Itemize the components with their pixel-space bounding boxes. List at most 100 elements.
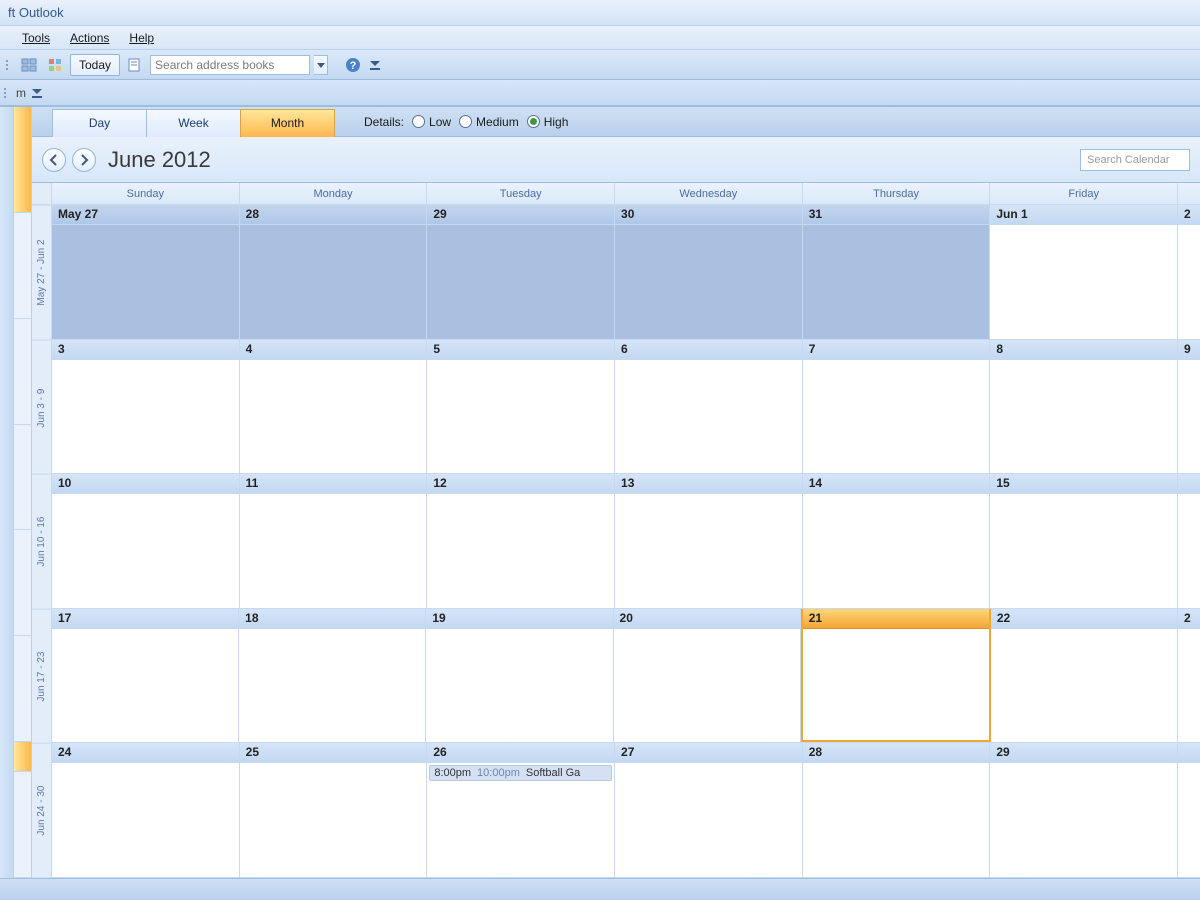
app-title: ft Outlook	[8, 5, 64, 20]
nav-strip-item[interactable]	[14, 319, 31, 425]
nav-strip-item[interactable]	[14, 636, 31, 742]
view-week-button[interactable]: Week	[146, 109, 241, 137]
day-cell[interactable]: 21	[801, 609, 991, 743]
day-cell[interactable]: 28	[803, 743, 991, 877]
day-cell[interactable]: 6	[615, 340, 803, 474]
day-cell[interactable]: 18	[239, 609, 426, 743]
day-cell[interactable]: 20	[614, 609, 801, 743]
week-row: 101112131415	[52, 474, 1200, 609]
day-cell[interactable]: 11	[240, 474, 428, 608]
calendar: May 27 - Jun 2 Jun 3 - 9 Jun 10 - 16 Jun…	[32, 183, 1200, 878]
event-title: Softball Ga	[526, 767, 580, 779]
nav-strip-item[interactable]	[14, 530, 31, 636]
toolbar2-overflow[interactable]	[30, 83, 44, 103]
nav-strip-item[interactable]	[14, 425, 31, 531]
week-row: 3456789	[52, 340, 1200, 475]
day-number: May 27	[52, 205, 239, 225]
toolbar-overflow[interactable]	[368, 55, 382, 75]
day-cell[interactable]: 22	[991, 609, 1178, 743]
week-label[interactable]: Jun 3 - 9	[32, 340, 51, 475]
menu-tools[interactable]: Tools	[14, 29, 58, 47]
view-day-button[interactable]: Day	[52, 109, 147, 137]
day-number: 31	[803, 205, 990, 225]
day-number: 20	[614, 609, 800, 629]
day-number: 18	[239, 609, 425, 629]
search-address-books-dropdown[interactable]	[314, 55, 328, 75]
details-low-radio[interactable]: Low	[412, 115, 451, 129]
day-cell[interactable]	[1178, 743, 1200, 877]
day-cell[interactable]: 15	[990, 474, 1178, 608]
search-calendar-input[interactable]: Search Calendar	[1080, 149, 1190, 171]
week-label[interactable]: May 27 - Jun 2	[32, 205, 51, 340]
day-cell[interactable]	[1178, 474, 1200, 608]
event-start-time: 8:00pm	[434, 767, 471, 779]
toolbar-grip[interactable]	[6, 54, 12, 76]
help-icon[interactable]: ?	[342, 54, 364, 76]
view-icon[interactable]	[18, 54, 40, 76]
nav-strip-item[interactable]	[14, 772, 31, 878]
day-number: 24	[52, 743, 239, 763]
day-cell[interactable]: 30	[615, 205, 803, 339]
today-button[interactable]: Today	[70, 54, 120, 76]
next-month-button[interactable]	[72, 148, 96, 172]
toolbar2-grip[interactable]	[4, 82, 10, 104]
week-label[interactable]: Jun 10 - 16	[32, 474, 51, 609]
address-book-icon[interactable]	[124, 54, 146, 76]
day-cell[interactable]: 28	[240, 205, 428, 339]
day-cell[interactable]: 7	[803, 340, 991, 474]
day-number: 9	[1178, 340, 1200, 360]
day-number: 7	[803, 340, 990, 360]
day-of-week-header: Sunday Monday Tuesday Wednesday Thursday…	[52, 183, 1200, 205]
menu-actions[interactable]: Actions	[62, 29, 117, 47]
day-number: Jun 1	[990, 205, 1177, 225]
day-cell[interactable]: 268:00pm10:00pmSoftball Ga	[427, 743, 615, 877]
day-cell[interactable]: 2	[1178, 205, 1200, 339]
day-cell[interactable]: 9	[1178, 340, 1200, 474]
day-cell[interactable]: 25	[240, 743, 428, 877]
menubar: Tools Actions Help	[0, 26, 1200, 50]
day-number: 29	[990, 743, 1177, 763]
details-medium-radio[interactable]: Medium	[459, 115, 519, 129]
prev-month-button[interactable]	[42, 148, 66, 172]
left-gutter	[0, 107, 14, 878]
day-number: 17	[52, 609, 238, 629]
day-cell[interactable]: 24	[52, 743, 240, 877]
day-cell[interactable]: 5	[427, 340, 615, 474]
day-cell[interactable]: 4	[240, 340, 428, 474]
day-number: 12	[427, 474, 614, 494]
details-high-radio[interactable]: High	[527, 115, 569, 129]
week-label[interactable]: Jun 17 - 23	[32, 609, 51, 744]
day-cell[interactable]: 12	[427, 474, 615, 608]
day-cell[interactable]: Jun 1	[990, 205, 1178, 339]
day-cell[interactable]: 10	[52, 474, 240, 608]
day-cell[interactable]: 31	[803, 205, 991, 339]
day-cell[interactable]: May 27	[52, 205, 240, 339]
day-cell[interactable]: 19	[426, 609, 613, 743]
day-cell[interactable]: 8	[990, 340, 1178, 474]
nav-strip-item[interactable]	[14, 213, 31, 319]
day-cell[interactable]: 13	[615, 474, 803, 608]
categories-icon[interactable]	[44, 54, 66, 76]
day-cell[interactable]: 2	[1178, 609, 1200, 743]
day-number: 3	[52, 340, 239, 360]
day-cell[interactable]: 29	[427, 205, 615, 339]
day-number: 13	[615, 474, 802, 494]
day-cell[interactable]: 3	[52, 340, 240, 474]
view-switch: Day Week Month Details: Low Medium High	[32, 107, 1200, 137]
details-label: Details:	[364, 115, 404, 129]
search-address-books-input[interactable]: Search address books	[150, 55, 310, 75]
svg-text:?: ?	[350, 60, 357, 72]
view-month-button[interactable]: Month	[240, 109, 335, 137]
day-number: 2	[1178, 609, 1200, 629]
nav-strip-item[interactable]	[14, 107, 31, 213]
calendar-event[interactable]: 8:00pm10:00pmSoftball Ga	[429, 765, 612, 781]
day-cell[interactable]: 29	[990, 743, 1178, 877]
week-label[interactable]: Jun 24 - 30	[32, 743, 51, 878]
toolbar2-label: m	[12, 86, 30, 100]
day-cell[interactable]: 27	[615, 743, 803, 877]
day-cell[interactable]: 14	[803, 474, 991, 608]
day-cell[interactable]: 17	[52, 609, 239, 743]
nav-strip-item[interactable]	[14, 742, 31, 772]
day-number: 2	[1178, 205, 1200, 225]
menu-help[interactable]: Help	[121, 29, 162, 47]
